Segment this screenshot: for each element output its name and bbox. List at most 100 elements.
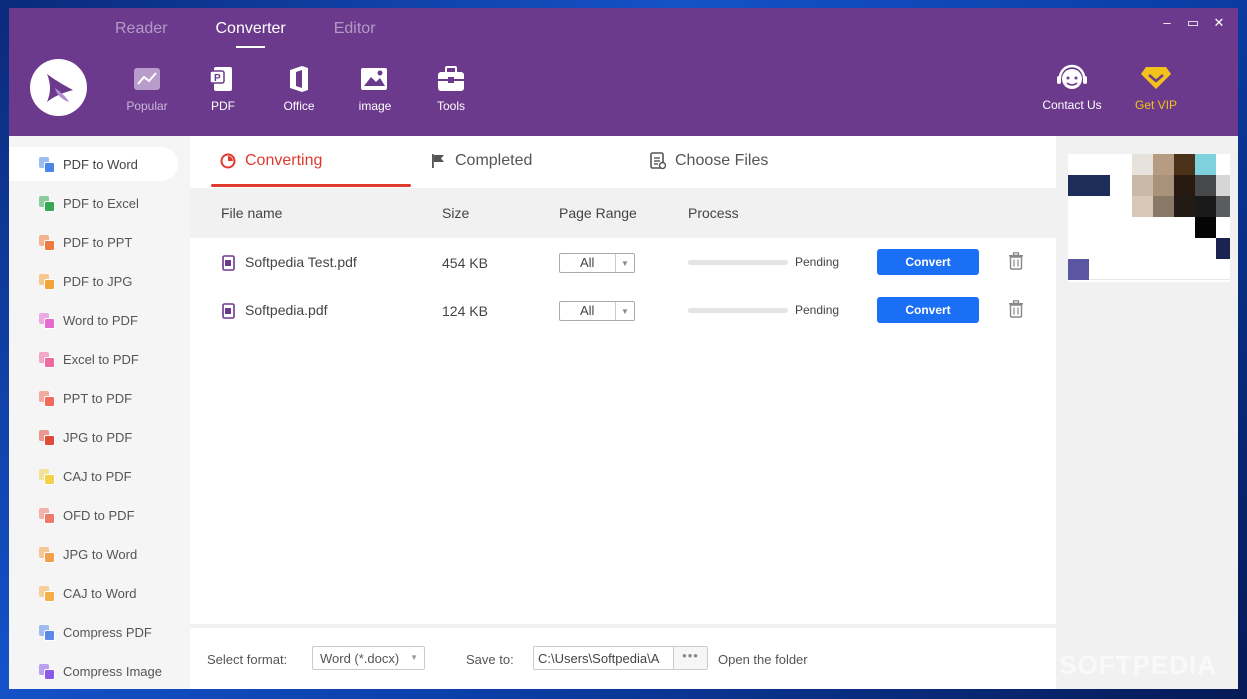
chevron-down-icon: ▼ [615,302,634,320]
conversion-icon [39,508,55,524]
toolbar-image[interactable]: image [337,65,413,113]
sidebar-item-jpg-to-pdf[interactable]: JPG to PDF [9,420,190,454]
convert-button[interactable]: Convert [877,249,979,275]
header-file-name: File name [221,205,283,221]
conversion-icon [39,430,55,446]
browse-button[interactable]: ••• [673,647,707,669]
sidebar-item-label: CAJ to Word [63,585,137,601]
header-size: Size [442,205,470,221]
tab-choose-files[interactable]: Choose Files [650,152,768,170]
toolbar-office-label: Office [283,99,315,113]
toolbar-tools[interactable]: Tools [413,65,489,113]
open-folder-link[interactable]: Open the folder [718,652,808,667]
trash-icon[interactable] [1008,300,1024,321]
close-button[interactable]: ✕ [1212,15,1226,31]
sidebar-item-compress-image[interactable]: Compress Image [9,654,190,688]
sidebar-item-label: PDF to JPG [63,273,133,289]
conversion-icon [39,352,55,368]
save-to-label: Save to: [466,652,514,667]
pdf-file-icon [222,303,236,322]
tab-completed[interactable]: Completed [430,152,532,170]
sidebar-item-pdf-to-ppt[interactable]: PDF to PPT [9,225,190,259]
conversion-icon [39,391,55,407]
softpedia-watermark: SOFTPEDIA [1059,650,1217,680]
main-toolbar: Popular P PDF Office image Tools [109,65,489,113]
get-vip-button[interactable]: Get VIP [1114,63,1198,112]
get-vip-label: Get VIP [1134,98,1178,112]
sidebar-item-label: PPT to PDF [63,390,133,406]
page-range-select[interactable]: All ▼ [559,253,635,273]
conversion-icon [39,235,55,251]
conversion-tabs: Converting Completed Choose Files [190,136,1056,188]
maximize-button[interactable]: ▭ [1186,15,1200,31]
conversion-icon [39,157,55,173]
main-panel: Converting Completed Choose Files File n… [190,136,1056,689]
table-row: Softpedia Test.pdf 454 KB All ▼ Pending Conve… [190,238,1056,286]
toolbar-popular[interactable]: Popular [109,65,185,113]
contact-us-label: Contact Us [1042,98,1102,112]
format-select[interactable]: Word (*.docx) ▼ [312,646,425,670]
sidebar-item-pdf-to-excel[interactable]: PDF to Excel [9,186,190,220]
tab-converting[interactable]: Converting [220,152,322,170]
converting-icon [220,153,236,169]
header-page-range: Page Range [559,205,637,221]
pdf-icon: P [208,65,238,93]
conversion-icon [39,664,55,680]
chevron-down-icon: ▼ [410,653,418,662]
ad-thumbnail [1068,154,1230,282]
top-tabs: Reader Converter Editor [115,16,424,48]
toolbar-image-label: image [358,99,392,113]
sidebar: PDF to Word PDF to Excel PDF to PPT PDF to … [9,136,190,689]
page-range-value: All [580,303,595,318]
sidebar-item-pdf-to-jpg[interactable]: PDF to JPG [9,264,190,298]
tab-completed-label: Completed [455,152,533,169]
svg-text:P: P [214,73,221,84]
sidebar-item-label: PDF to Excel [63,195,139,211]
chart-icon [132,65,162,93]
sidebar-item-caj-to-word[interactable]: CAJ to Word [9,576,190,610]
contact-us-button[interactable]: Contact Us [1030,63,1114,112]
sidebar-item-ofd-to-pdf[interactable]: OFD to PDF [9,498,190,532]
tab-choose-files-label: Choose Files [675,152,769,169]
page-range-value: All [580,255,595,270]
bottom-bar: Select format: Word (*.docx) ▼ Save to: … [190,628,1056,689]
conversion-icon [39,313,55,329]
app-window: Reader Converter Editor Popular P PDF Of… [9,8,1238,689]
sidebar-item-label: Word to PDF [63,312,138,328]
toolbar-popular-label: Popular [126,99,168,113]
save-path-field[interactable]: C:\Users\Softpedia\A ••• [533,646,708,670]
file-name: Softpedia.pdf [245,302,328,318]
sidebar-item-compress-pdf[interactable]: Compress PDF [9,615,190,649]
tab-editor[interactable]: Editor [334,16,376,42]
toolbar-pdf[interactable]: P PDF [185,65,261,113]
active-tab-indicator [211,184,411,187]
sidebar-item-jpg-to-word[interactable]: JPG to Word [9,537,190,571]
file-size: 454 KB [442,255,488,271]
toolbar-office[interactable]: Office [261,65,337,113]
toolbar-tools-label: Tools [436,99,465,113]
conversion-icon [39,625,55,641]
header-right-tools: Contact Us Get VIP [1030,63,1198,112]
tab-reader[interactable]: Reader [115,16,167,42]
table-header: File name Size Page Range Process [190,188,1056,238]
sidebar-item-excel-to-pdf[interactable]: Excel to PDF [9,342,190,376]
page-range-select[interactable]: All ▼ [559,301,635,321]
sidebar-item-label: PDF to PPT [63,234,133,250]
sidebar-item-ppt-to-pdf[interactable]: PPT to PDF [9,381,190,415]
office-icon [284,65,314,93]
sidebar-item-word-to-pdf[interactable]: Word to PDF [9,303,190,337]
flag-icon [430,153,446,169]
sidebar-item-pdf-to-word[interactable]: PDF to Word [9,147,178,181]
tab-converter[interactable]: Converter [215,16,286,48]
trash-icon[interactable] [1008,252,1024,273]
convert-button[interactable]: Convert [877,297,979,323]
file-name: Softpedia Test.pdf [245,254,357,270]
tab-converting-label: Converting [245,152,323,169]
header-bar: Reader Converter Editor Popular P PDF Of… [9,8,1238,136]
sidebar-item-caj-to-pdf[interactable]: CAJ to PDF [9,459,190,493]
image-icon [360,65,390,93]
sidebar-item-label: Excel to PDF [63,351,139,367]
minimize-button[interactable]: – [1160,15,1174,31]
diamond-icon [1139,63,1173,93]
chevron-down-icon: ▼ [615,254,634,272]
